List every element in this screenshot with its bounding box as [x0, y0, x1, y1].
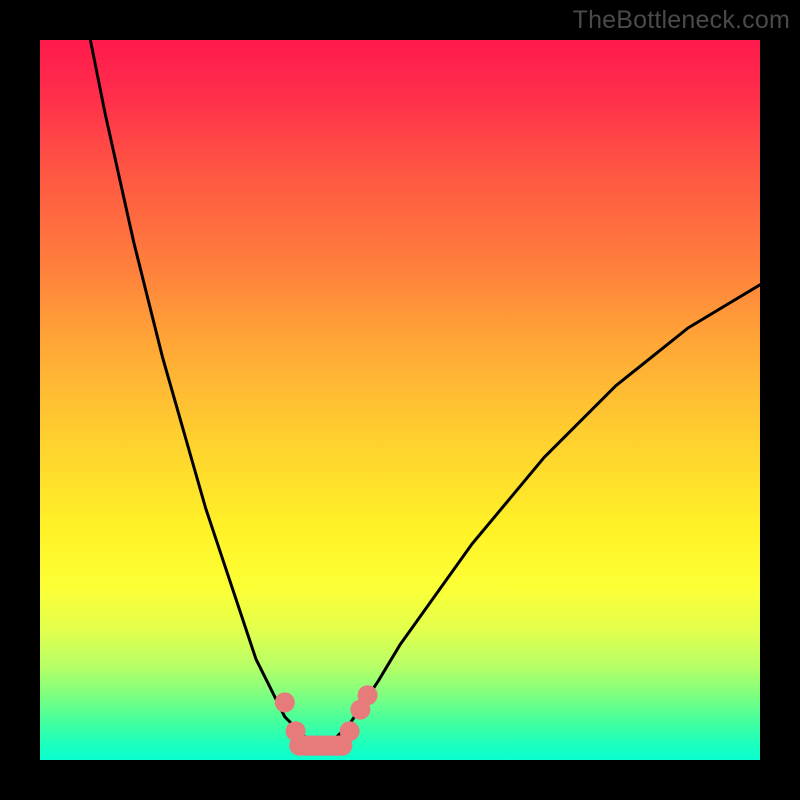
chart-frame: TheBottleneck.com: [0, 0, 800, 800]
curve-svg: [40, 40, 760, 760]
marker-dot: [275, 692, 295, 712]
black-curve-left: [90, 40, 320, 746]
watermark-text: TheBottleneck.com: [573, 6, 790, 35]
plot-area: [40, 40, 760, 760]
series-layer: [90, 40, 760, 756]
black-curve-right: [321, 285, 760, 746]
marker-dot: [358, 685, 378, 705]
